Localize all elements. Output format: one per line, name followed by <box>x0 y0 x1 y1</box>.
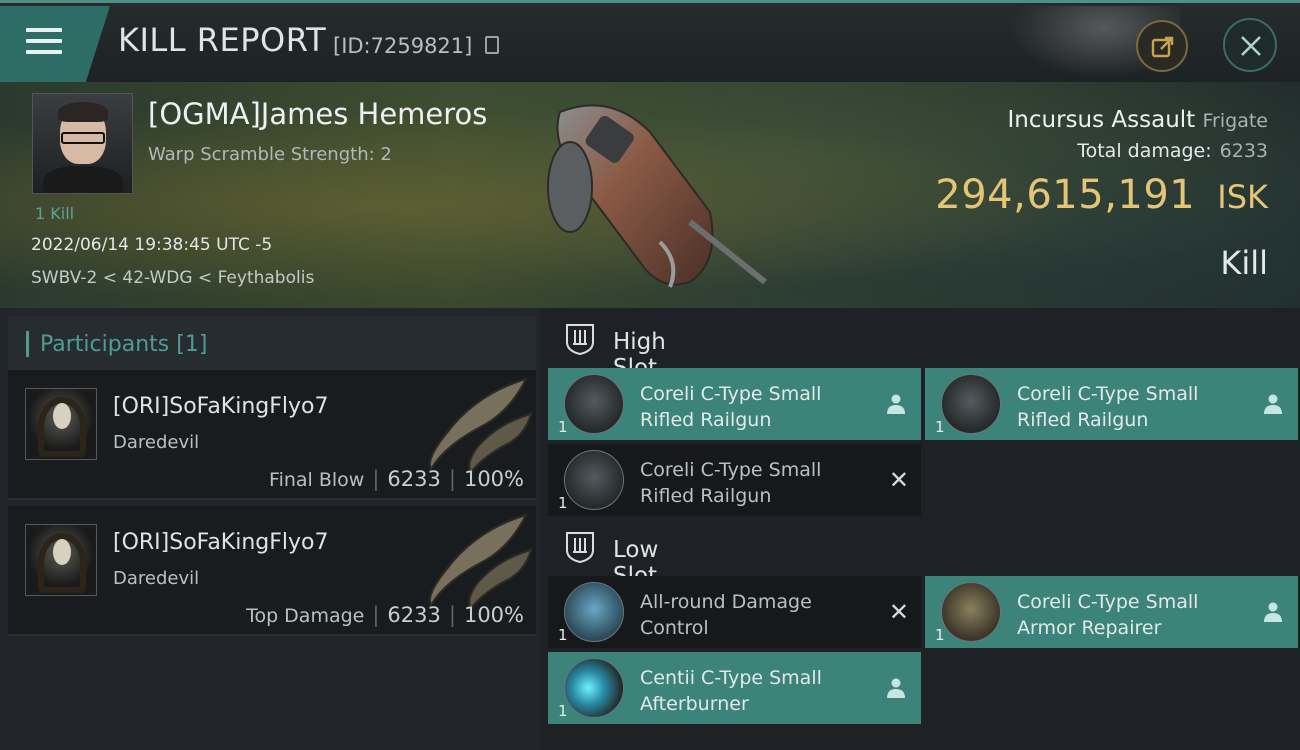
isk-unit: ISK <box>1217 178 1268 216</box>
module-item[interactable]: 1 Coreli C-Type Small Rifled Railgun <box>548 368 921 440</box>
module-quantity: 1 <box>558 494 568 512</box>
total-damage-label: Total damage: <box>1077 140 1212 162</box>
high-slot-icon <box>566 324 594 356</box>
menu-button[interactable] <box>0 6 110 82</box>
participant-damage: 6233 <box>387 603 441 627</box>
dropped-person-icon <box>887 678 905 698</box>
isk-value: 294,615,191 ISK <box>935 172 1268 218</box>
module-name: All-round Damage Control <box>640 591 812 639</box>
warp-scramble-strength: Warp Scramble Strength: 2 <box>148 144 392 165</box>
participant-name: [ORI]SoFaKingFlyo7 <box>113 530 329 555</box>
participant-stats: Top Damage | 6233 | 100% <box>246 603 524 627</box>
victim-pilot-name[interactable]: [OGMA]James Hemeros <box>148 97 487 131</box>
participants-title: Participants [1] <box>40 332 208 357</box>
damage-control-icon <box>564 582 624 642</box>
module-item[interactable]: 1 All-round Damage Control ✕ <box>548 576 921 648</box>
destroyed-x-icon: ✕ <box>888 598 909 626</box>
module-quantity: 1 <box>558 418 568 436</box>
participant-ship-image <box>429 513 533 610</box>
hamburger-icon[interactable] <box>26 28 62 58</box>
close-icon <box>1241 36 1261 56</box>
participant-avatar <box>25 388 97 460</box>
external-link-icon <box>1151 36 1174 58</box>
participant-ship: Daredevil <box>113 432 200 453</box>
ship-class: Frigate <box>1202 110 1268 132</box>
dropped-person-icon <box>1264 602 1282 622</box>
participant-role: Top Damage <box>246 605 365 627</box>
module-name: Centii C-Type Small Afterburner <box>640 667 822 715</box>
module-name: Coreli C-Type Small Rifled Railgun <box>1017 383 1199 431</box>
module-item[interactable]: 1 Coreli C-Type Small Armor Repairer <box>925 576 1298 648</box>
armor-repairer-icon <box>941 582 1001 642</box>
module-name: Coreli C-Type Small Rifled Railgun <box>640 383 822 431</box>
destroyed-x-icon: ✕ <box>888 466 909 494</box>
module-quantity: 1 <box>935 626 945 644</box>
dropped-person-icon <box>1264 394 1282 414</box>
victim-avatar[interactable] <box>32 93 133 194</box>
participant-percent: 100% <box>463 603 524 627</box>
participant-name: [ORI]SoFaKingFlyo7 <box>113 394 329 419</box>
railgun-icon <box>564 374 624 434</box>
module-name: Coreli C-Type Small Armor Repairer <box>1017 591 1199 639</box>
participant-avatar <box>25 524 97 596</box>
participant-damage: 6233 <box>387 467 441 491</box>
victim-ship-image[interactable] <box>540 92 770 292</box>
participant-card[interactable]: [ORI]SoFaKingFlyo7 Daredevil Final Blow |… <box>8 370 536 500</box>
participant-role: Final Blow <box>269 469 365 491</box>
kills-tag: 1 Kill <box>35 204 75 223</box>
participant-stats: Final Blow | 6233 | 100% <box>269 467 524 491</box>
fitting-panel: High Slot 1 Coreli C-Type Small Rifled R… <box>540 308 1300 750</box>
low-slot-icon <box>566 532 594 564</box>
participant-card[interactable]: [ORI]SoFaKingFlyo7 Daredevil Top Damage |… <box>8 506 536 636</box>
page-title: KILL REPORT <box>118 21 327 59</box>
module-quantity: 1 <box>558 626 568 644</box>
copy-icon[interactable] <box>485 36 499 54</box>
module-quantity: 1 <box>558 702 568 720</box>
total-damage: Total damage: 6233 <box>1077 140 1268 162</box>
victim-ship-name[interactable]: Incursus Assault Frigate <box>1008 107 1268 133</box>
ship-type: Incursus Assault <box>1007 107 1196 133</box>
participant-ship: Daredevil <box>113 568 200 589</box>
total-damage-value: 6233 <box>1219 140 1268 162</box>
railgun-icon <box>941 374 1001 434</box>
module-item[interactable]: 1 Coreli C-Type Small Rifled Railgun <box>925 368 1298 440</box>
kill-result: Kill <box>1220 244 1268 282</box>
victim-banner: [OGMA]James Hemeros Warp Scramble Streng… <box>0 82 1300 308</box>
module-item[interactable]: 1 Coreli C-Type Small Rifled Railgun ✕ <box>548 444 921 516</box>
module-name: Coreli C-Type Small Rifled Railgun <box>640 459 822 507</box>
close-button[interactable] <box>1223 18 1277 72</box>
module-quantity: 1 <box>935 418 945 436</box>
share-button[interactable] <box>1136 20 1188 72</box>
participants-panel: Participants [1] [ORI]SoFaKingFlyo7 Dare… <box>0 308 540 750</box>
kill-datetime: 2022/06/14 19:38:45 UTC -5 <box>31 235 273 255</box>
module-item[interactable]: 1 Centii C-Type Small Afterburner <box>548 652 921 724</box>
report-id: [ID:7259821] <box>333 34 473 58</box>
dropped-person-icon <box>887 394 905 414</box>
kill-location[interactable]: SWBV-2 < 42-WDG < Feythabolis <box>31 268 314 288</box>
participants-header: Participants [1] <box>8 316 536 370</box>
participant-percent: 100% <box>463 467 524 491</box>
accent-bar <box>26 331 29 357</box>
railgun-icon <box>564 450 624 510</box>
top-bar: KILL REPORT [ID:7259821] <box>0 0 1300 82</box>
participant-ship-image <box>429 377 533 474</box>
isk-amount: 294,615,191 <box>935 172 1196 218</box>
afterburner-icon <box>564 658 624 718</box>
